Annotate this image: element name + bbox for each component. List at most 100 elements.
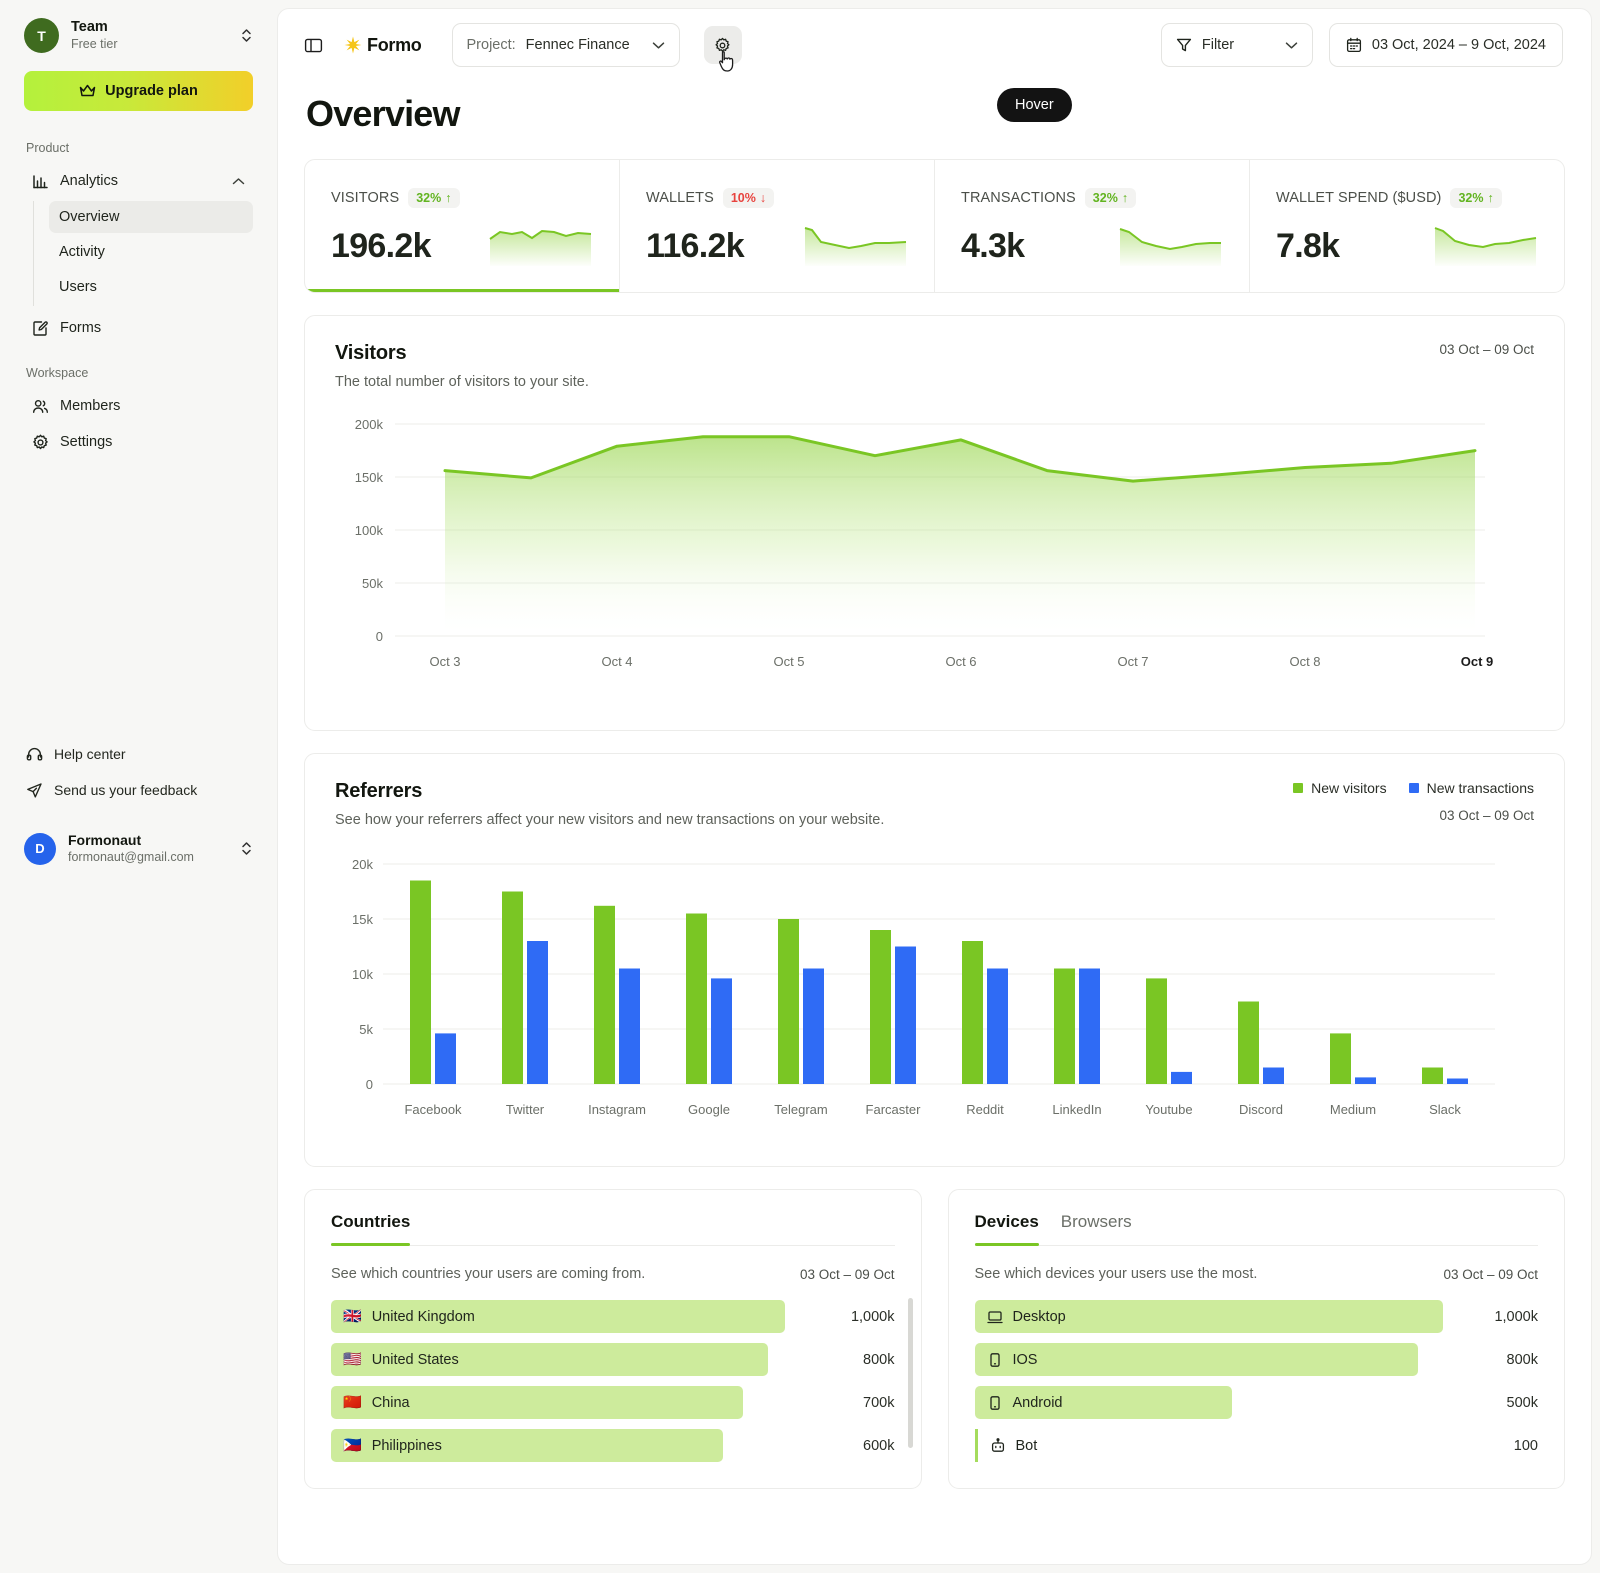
flag-icon: 🇨🇳 [343,1394,362,1411]
kpi-value: 7.8k [1276,227,1340,265]
kpi-card-wallets[interactable]: WALLETS 10% ↓ 116.2k [620,160,935,292]
user-text: Formonaut formonaut@gmail.com [68,832,194,865]
panel-date-range: 03 Oct – 09 Oct [1443,1266,1538,1282]
team-switcher[interactable]: T Team Free tier [24,18,253,53]
kpi-title: WALLET SPEND ($USD) [1276,190,1442,206]
list-item[interactable]: 🇬🇧 United Kingdom 1,000k [331,1300,895,1333]
kpi-card-transactions[interactable]: TRANSACTIONS 32% ↑ 4.3k [935,160,1250,292]
bar-group-discord [1238,1001,1284,1084]
tab-countries[interactable]: Countries [331,1212,411,1246]
status-badge: 32% ↑ [408,188,460,208]
list-item-label: United States [371,1351,459,1368]
arrow-up-icon: ↑ [445,191,452,205]
sidebar-item-forms[interactable]: Forms [24,312,253,344]
bar-group-instagram [594,905,640,1084]
list-item[interactable]: Bot 100 [974,1429,1538,1462]
panel-header: Visitors The total number of visitors to… [335,342,1534,390]
headset-icon [26,746,43,763]
countries-tabs: Countries [331,1212,895,1246]
svg-text:LinkedIn: LinkedIn [1052,1102,1101,1117]
list-item-bar: 🇵🇭 Philippines [331,1429,723,1462]
kpi-card-wallet-spend[interactable]: WALLET SPEND ($USD) 32% ↑ 7.8k [1250,160,1564,292]
kpi-header: WALLET SPEND ($USD) 32% ↑ [1276,188,1538,208]
chevron-updown-icon[interactable] [240,27,253,44]
tab-browsers[interactable]: Browsers [1061,1212,1132,1245]
svg-text:Youtube: Youtube [1145,1102,1192,1117]
referrers-chart[interactable]: 20k 15k 10k 5k 0 Facebook Twitter Instag… [335,850,1534,1140]
legend-swatch-icon [1293,783,1304,793]
panel-subtitle: See which devices your users use the mos… [974,1266,1258,1282]
user-name: Formonaut [68,832,142,849]
svg-text:Farcaster: Farcaster [866,1102,922,1117]
kpi-card-visitors[interactable]: VISITORS 32% ↑ 196.2k [305,160,620,292]
svg-text:Medium: Medium [1330,1102,1376,1117]
list-item[interactable]: Android 500k [974,1386,1538,1419]
sidebar-item-settings[interactable]: Settings [24,426,253,458]
list-item-label: China [371,1394,410,1411]
chevron-updown-icon[interactable] [240,840,253,857]
list-item-value: 1,000k [850,1308,895,1325]
legend-item-new-transactions: New transactions [1408,780,1534,796]
sidebar-item-activity[interactable]: Activity [49,236,253,268]
panel-header: Referrers See how your referrers affect … [335,780,1534,828]
avatar: D [24,832,56,865]
sidebar-item-members-label: Members [60,398,121,414]
panel-date-range: 03 Oct – 09 Oct [1439,808,1534,823]
kpi-delta: 32% [1458,191,1484,205]
mouse-cursor-icon [717,50,739,74]
svg-text:100k: 100k [355,523,384,538]
brand-logo: Formo [344,35,422,56]
list-item-value: 500k [1506,1394,1538,1411]
list-item[interactable]: IOS 800k [974,1343,1538,1376]
chevron-up-icon[interactable] [232,177,245,186]
project-selector[interactable]: Project: Fennec Finance [451,23,680,67]
panel-subtitle: See how your referrers affect your new v… [335,812,885,828]
list-item[interactable]: 🇵🇭 Philippines 600k [331,1429,895,1462]
analytics-subnav: Overview Activity Users [33,201,253,306]
bar-group-slack [1422,1067,1468,1084]
sidebar-item-overview[interactable]: Overview [49,201,253,233]
tab-devices[interactable]: Devices [974,1212,1040,1246]
sidebar-item-analytics[interactable]: Analytics [24,165,253,197]
panel-subtitle: The total number of visitors to your sit… [335,374,589,390]
list-item-label: Bot [1015,1437,1038,1454]
legend-label: New visitors [1311,780,1387,796]
user-switcher[interactable]: D Formonaut formonaut@gmail.com [24,832,253,865]
list-item[interactable]: 🇺🇸 United States 800k [331,1343,895,1376]
devices-panel: Devices Browsers See which devices your … [947,1189,1565,1489]
tab-countries-label: Countries [331,1212,411,1231]
bar-chart-icon [32,173,49,190]
toggle-sidebar-icon[interactable] [304,36,323,55]
list-item[interactable]: 🇨🇳 China 700k [331,1386,895,1419]
phone-icon [987,1395,1003,1411]
project-settings-button[interactable] [703,26,742,72]
countries-scrollbar[interactable] [907,1298,913,1448]
svg-text:Oct 8: Oct 8 [1289,654,1320,669]
kpi-title: WALLETS [646,190,714,206]
project-prefix: Project: [466,37,516,53]
arrow-up-icon: ↑ [1487,191,1494,205]
upgrade-plan-button[interactable]: Upgrade plan [24,71,253,111]
sidebar-item-members[interactable]: Members [24,390,253,422]
date-range-picker[interactable]: 03 Oct, 2024 – 9 Oct, 2024 [1328,23,1563,67]
visitors-panel: Visitors The total number of visitors to… [304,315,1565,731]
svg-text:15k: 15k [352,912,373,927]
user-email: formonaut@gmail.com [68,850,194,864]
main-content: Formo Project: Fennec Finance Filter 03 … [277,8,1592,1565]
list-item-value: 1,000k [1494,1308,1538,1325]
sidebar-item-users[interactable]: Users [49,271,253,303]
kpi-header: TRANSACTIONS 32% ↑ [961,188,1223,208]
members-icon [32,398,49,415]
help-center-link[interactable]: Help center [24,738,253,770]
filter-button[interactable]: Filter [1160,23,1313,67]
send-feedback-link[interactable]: Send us your feedback [24,774,253,806]
flag-icon: 🇬🇧 [343,1308,362,1325]
list-item[interactable]: Desktop 1,000k [974,1300,1538,1333]
desktop-icon [986,1309,1003,1325]
flag-icon: 🇵🇭 [343,1437,362,1454]
kpi-header: WALLETS 10% ↓ [646,188,908,208]
visitors-chart[interactable]: 200k 150k 100k 50k 0 Oct 3 Oct 4 Oct 5 O… [335,404,1534,704]
status-badge: 32% ↑ [1450,188,1502,208]
bar-group-youtube [1146,978,1192,1084]
list-item-label: Philippines [371,1437,442,1454]
